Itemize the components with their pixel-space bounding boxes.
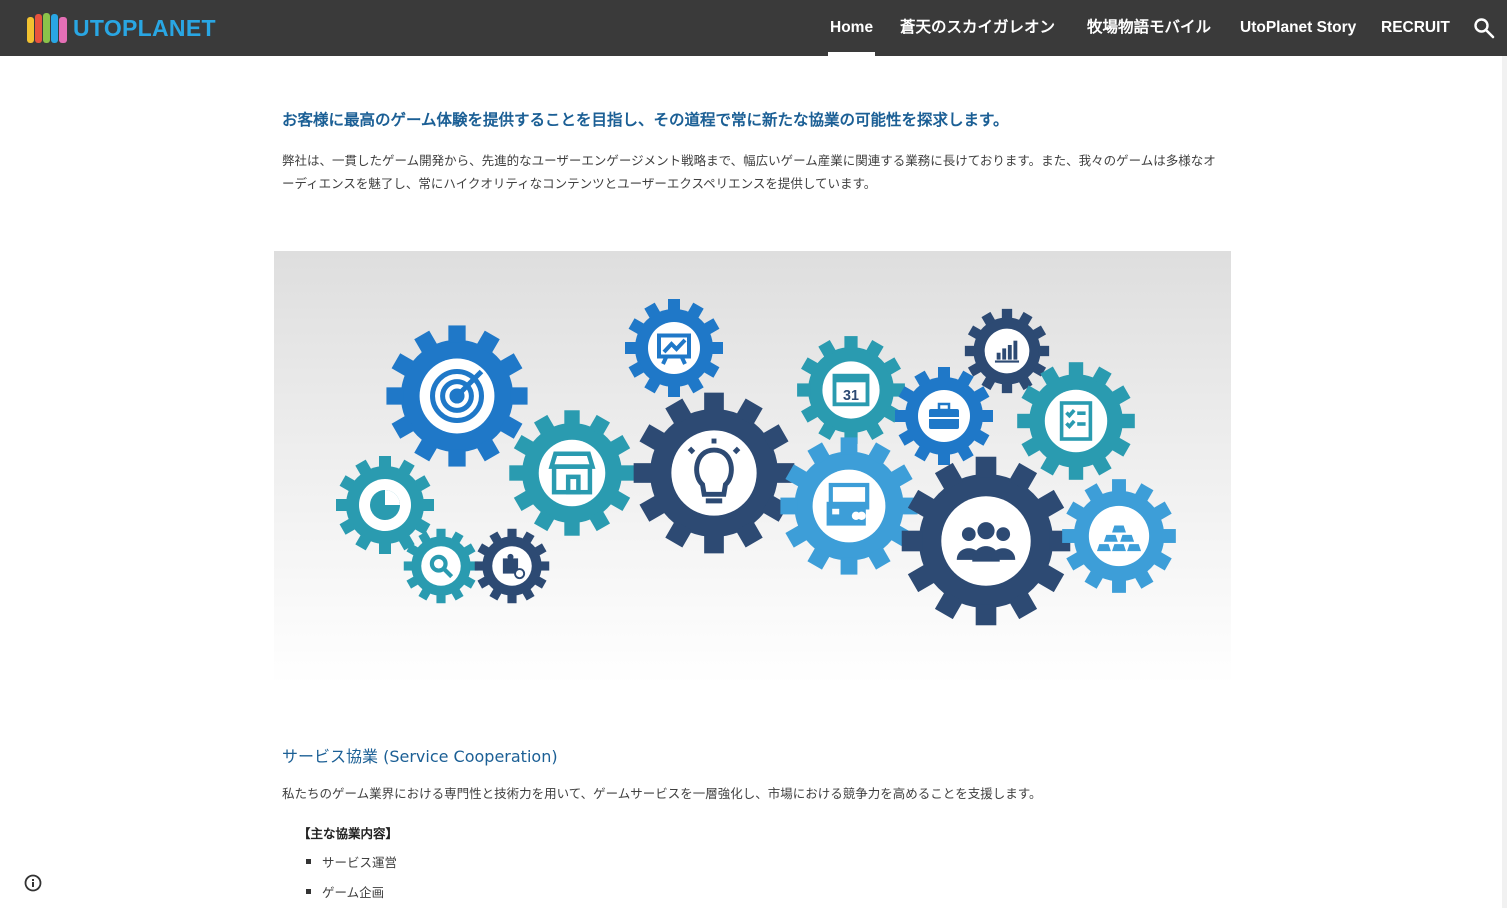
presentation-gear	[625, 299, 723, 397]
lightbulb-gear	[633, 392, 795, 554]
bullet-icon	[306, 859, 311, 864]
top-navigation-bar: UTOPLANET Home 蒼天のスカイガレオン 牧場物語モバイル UtoPl…	[0, 0, 1507, 56]
list-item: サービス運営	[306, 852, 397, 871]
gold-bars-gear	[1062, 479, 1176, 593]
search-button[interactable]	[1472, 16, 1496, 40]
service-heading: サービス協業 (Service Cooperation)	[282, 747, 558, 766]
nav-sky-galleon[interactable]: 蒼天のスカイガレオン	[900, 0, 1055, 56]
target-gear	[386, 325, 528, 467]
site-logo[interactable]: UTOPLANET	[26, 11, 216, 45]
page-scrollbar[interactable]	[1502, 56, 1507, 908]
gears-illustration: 31	[336, 299, 1176, 626]
calendar-gear: 31	[797, 336, 905, 444]
pie-chart-gear	[336, 456, 434, 554]
logo-mark-icon	[27, 13, 67, 43]
credit-card-gear	[780, 437, 918, 575]
pie-chart-icon	[370, 490, 400, 520]
logo-text: UTOPLANET	[73, 14, 216, 41]
service-paragraph: 私たちのゲーム業界における専門性と技術力を用いて、ゲームサービスを一層強化し、市…	[282, 786, 1042, 801]
intro-heading: お客様に最高のゲーム体験を提供することを目指し、その道程で常に新たな協業の可能性…	[282, 111, 1009, 129]
bullet-icon	[306, 889, 311, 894]
nav-utoplanet-story[interactable]: UtoPlanet Story	[1240, 0, 1356, 56]
search-icon	[1474, 18, 1495, 39]
briefcase-gear	[895, 367, 993, 465]
site-info-button[interactable]	[23, 873, 43, 893]
list-item-label: ゲーム企画	[322, 885, 385, 900]
hero-gears-image: 31	[274, 251, 1231, 685]
nav-bokujo-monogatari[interactable]: 牧場物語モバイル	[1087, 0, 1211, 56]
list-item: ゲーム企画	[306, 882, 384, 901]
bar-chart-gear	[964, 308, 1050, 394]
checklist-gear	[1017, 362, 1135, 480]
nav-home[interactable]: Home	[827, 0, 876, 56]
info-icon	[24, 874, 42, 892]
intro-paragraph: 弊社は、一貫したゲーム開発から、先進的なユーザーエンゲージメント戦略まで、幅広い…	[282, 153, 1216, 191]
puzzle-gear	[474, 528, 550, 604]
service-list-title: 【主な協業内容】	[298, 826, 399, 841]
list-item-label: サービス運営	[322, 855, 398, 870]
team-gear	[901, 456, 1071, 626]
store-gear	[509, 410, 635, 536]
nav-recruit[interactable]: RECRUIT	[1381, 0, 1450, 56]
magnifier-gear	[403, 528, 479, 604]
calendar-day-text: 31	[843, 388, 859, 404]
